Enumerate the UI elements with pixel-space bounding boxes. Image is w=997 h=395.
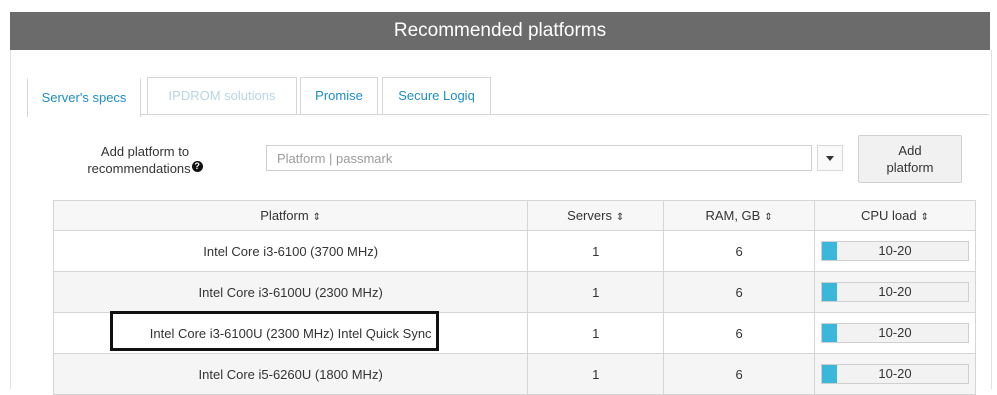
add-platform-label: Add platform to recommendations? xyxy=(70,143,220,177)
page-title: Recommended platforms xyxy=(10,12,990,50)
add-platform-label-line1: Add platform to xyxy=(100,144,190,159)
platform-search-input[interactable] xyxy=(266,145,812,171)
tab-promise[interactable]: Promise xyxy=(300,77,378,114)
column-header-platform[interactable]: Platform ⇕ xyxy=(52,200,529,231)
tab-bar: Server's specs IPDROM solutions Promise … xyxy=(27,77,989,117)
cell-cpu-load: 10-20 xyxy=(813,271,977,313)
column-header-label: Platform xyxy=(260,208,309,223)
cpu-load-value: 10-20 xyxy=(878,325,912,340)
add-platform-button-line2: platform xyxy=(886,160,934,175)
sort-icon: ⇕ xyxy=(920,212,929,223)
sort-icon: ⇕ xyxy=(615,212,625,223)
cell-servers: 1 xyxy=(527,312,665,354)
table-row[interactable]: Intel Core i3-6100 (3700 MHz) 1 6 10-20 xyxy=(52,230,977,272)
column-header-label: CPU load xyxy=(860,208,917,223)
table-header-row: Platform ⇕ Servers ⇕ RAM, GB ⇕ CPU load ⇕ xyxy=(52,200,977,231)
sort-icon: ⇕ xyxy=(312,212,322,223)
cpu-load-value: 10-20 xyxy=(878,284,912,299)
platforms-table: Platform ⇕ Servers ⇕ RAM, GB ⇕ CPU load ⇕ In… xyxy=(52,200,977,395)
cell-platform: Intel Core i3-6100 (3700 MHz) xyxy=(52,230,529,272)
add-platform-label-line2: recommendations xyxy=(87,161,191,176)
add-platform-button[interactable]: Add platform xyxy=(858,135,962,183)
add-platform-button-line1: Add xyxy=(898,143,922,158)
cpu-load-bar: 10-20 xyxy=(820,364,969,384)
cpu-load-bar: 10-20 xyxy=(820,323,969,343)
caret-down-icon xyxy=(826,155,834,161)
question-circle-icon[interactable]: ? xyxy=(191,161,203,172)
cell-platform: Intel Core i3-6100U (2300 MHz) Intel Qui… xyxy=(52,312,529,354)
column-header-cpu-load[interactable]: CPU load ⇕ xyxy=(813,200,977,231)
table-row[interactable]: Intel Core i3-6100U (2300 MHz) Intel Qui… xyxy=(52,312,977,354)
cell-platform: Intel Core i5-6260U (1800 MHz) xyxy=(52,353,529,395)
column-header-ram[interactable]: RAM, GB ⇕ xyxy=(663,200,815,231)
cell-cpu-load: 10-20 xyxy=(813,312,977,354)
cell-ram: 6 xyxy=(663,353,815,395)
cpu-load-bar: 10-20 xyxy=(820,241,969,261)
column-header-servers[interactable]: Servers ⇕ xyxy=(527,200,665,231)
cell-cpu-load: 10-20 xyxy=(813,230,977,272)
cell-servers: 1 xyxy=(527,230,665,272)
cpu-load-value: 10-20 xyxy=(878,243,912,258)
cell-ram: 6 xyxy=(663,271,815,313)
cpu-load-bar: 10-20 xyxy=(820,282,969,302)
sort-icon: ⇕ xyxy=(764,212,773,223)
cell-servers: 1 xyxy=(527,271,665,313)
cpu-load-value: 10-20 xyxy=(878,366,912,381)
tab-ipdrom-solutions[interactable]: IPDROM solutions xyxy=(147,77,297,114)
column-header-label: RAM, GB xyxy=(705,208,761,223)
table-row[interactable]: Intel Core i3-6100U (2300 MHz) 1 6 10-20 xyxy=(52,271,977,313)
tab-servers-specs[interactable]: Server's specs xyxy=(27,77,141,117)
cell-cpu-load: 10-20 xyxy=(813,353,977,395)
cell-servers: 1 xyxy=(527,353,665,395)
platform-dropdown-button[interactable] xyxy=(817,145,843,171)
table-row[interactable]: Intel Core i5-6260U (1800 MHz) 1 6 10-20 xyxy=(52,353,977,395)
column-header-label: Servers xyxy=(567,208,612,223)
cell-ram: 6 xyxy=(663,230,815,272)
cell-ram: 6 xyxy=(663,312,815,354)
tab-secure-logiq[interactable]: Secure Logiq xyxy=(382,77,491,114)
cell-platform: Intel Core i3-6100U (2300 MHz) xyxy=(52,271,529,313)
